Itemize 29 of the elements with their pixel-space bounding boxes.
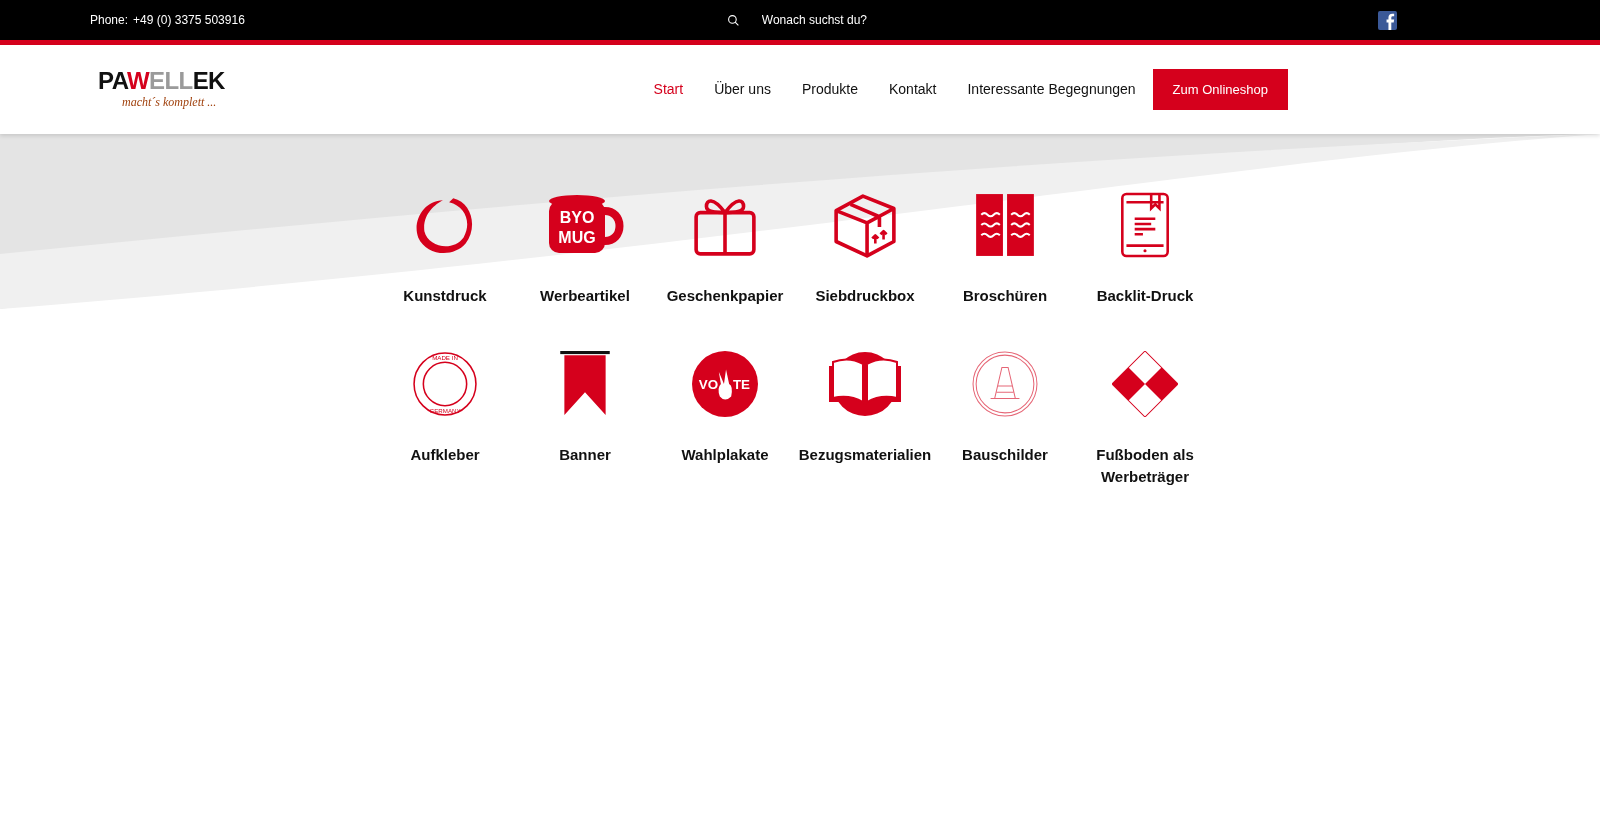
product-label[interactable]: Wahlplakate xyxy=(657,444,793,466)
search-field[interactable]: Wonach suchst du? xyxy=(761,11,962,29)
nav-link[interactable]: Interessante Begegnungen xyxy=(967,79,1136,100)
nav-link[interactable]: Über uns xyxy=(714,79,771,100)
product-label[interactable]: Kunstdruck xyxy=(377,285,513,307)
box-icon xyxy=(832,192,898,258)
product-label[interactable]: Aufkleber xyxy=(377,444,513,466)
onlineshop-button[interactable]: Zum Onlineshop xyxy=(1152,69,1288,110)
product-label[interactable]: Fußboden als Werbeträger xyxy=(1077,444,1213,488)
product-label[interactable]: Geschenkpapier xyxy=(657,285,793,307)
product-label[interactable]: Banner xyxy=(517,444,653,466)
product-label[interactable]: Bauschilder xyxy=(937,444,1073,466)
product-label[interactable]: Broschüren xyxy=(937,285,1073,307)
nav-link[interactable]: Produkte xyxy=(801,79,858,100)
nav-link[interactable]: Kontakt xyxy=(889,79,937,100)
product-label[interactable]: Bezugsmaterialien xyxy=(797,444,933,466)
phone-number: +49 (0) 3375 503916 xyxy=(133,12,245,29)
diamond-tiles-icon xyxy=(1112,351,1178,417)
vote-icon: VO TE xyxy=(692,351,758,417)
product-label[interactable]: Siebdruckbox xyxy=(797,285,933,307)
logo-tagline: macht´s komplett ... xyxy=(122,93,218,111)
search-icon[interactable] xyxy=(726,13,740,27)
facebook-icon[interactable] xyxy=(1378,10,1397,30)
product-label[interactable]: Werbeartikel xyxy=(517,285,653,307)
nav-link[interactable]: Start xyxy=(653,79,684,100)
traffic-cone-icon xyxy=(972,351,1038,417)
product-label[interactable]: Backlit-Druck xyxy=(1077,285,1213,307)
phone-label: Phone: xyxy=(90,12,129,29)
logo-wordmark[interactable]: PAWELLEK xyxy=(98,68,225,93)
